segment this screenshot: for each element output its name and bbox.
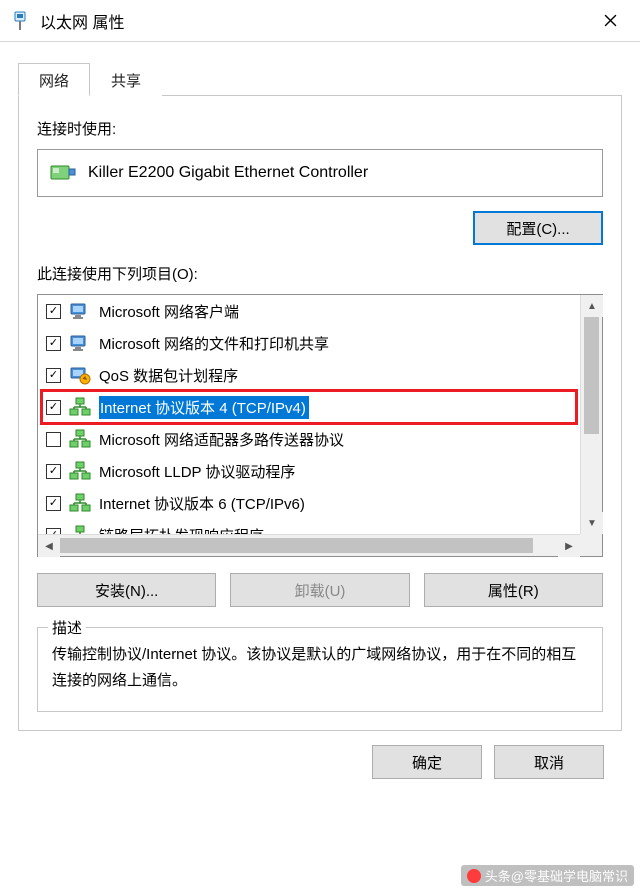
proto-icon	[69, 397, 91, 417]
list-item-label: Internet 协议版本 6 (TCP/IPv6)	[99, 493, 305, 514]
checkbox[interactable]: ✓	[46, 464, 61, 479]
ok-button[interactable]: 确定	[372, 745, 482, 779]
tab-network[interactable]: 网络	[18, 63, 90, 96]
proto-icon	[69, 493, 91, 513]
qos-icon	[69, 365, 91, 385]
scroll-right-icon[interactable]: ▶	[558, 535, 580, 557]
client-icon	[69, 301, 91, 321]
list-item-label: Microsoft 网络适配器多路传送器协议	[99, 429, 344, 450]
components-listbox[interactable]: ✓ Microsoft 网络客户端 ✓ Microsoft 网络的文件和打印机共享 ✓ Q…	[37, 294, 603, 557]
scroll-thumb-v[interactable]	[584, 317, 599, 434]
connect-using-label: 连接时使用:	[37, 118, 603, 139]
scroll-down-icon[interactable]: ▼	[581, 512, 603, 534]
dialog-buttons: 确定 取消	[18, 731, 622, 779]
vertical-scrollbar[interactable]: ▲ ▼	[580, 295, 602, 534]
list-item[interactable]: ✓ QoS 数据包计划程序	[38, 359, 580, 391]
window-title: 以太网 属性	[40, 9, 124, 33]
close-button[interactable]	[588, 0, 632, 42]
checkbox[interactable]: ✓	[46, 496, 61, 511]
watermark: 头条@零基础学电脑常识	[461, 865, 634, 886]
list-item[interactable]: Microsoft 网络适配器多路传送器协议	[38, 423, 580, 455]
list-item-label: Microsoft LLDP 协议驱动程序	[99, 461, 295, 482]
checkbox[interactable]: ✓	[46, 304, 61, 319]
scroll-corner	[580, 534, 602, 556]
tab-page-network: 连接时使用: Killer E2200 Gigabit Ethernet Con…	[18, 96, 622, 731]
install-button[interactable]: 安装(N)...	[37, 573, 216, 607]
nic-icon	[50, 162, 76, 184]
list-item[interactable]: ✓ Microsoft 网络的文件和打印机共享	[38, 327, 580, 359]
properties-button[interactable]: 属性(R)	[424, 573, 603, 607]
tab-strip: 网络 共享	[18, 62, 622, 96]
watermark-icon	[467, 869, 481, 883]
cancel-button[interactable]: 取消	[494, 745, 604, 779]
checkbox[interactable]	[46, 432, 61, 447]
description-legend: 描述	[48, 617, 86, 638]
horizontal-scrollbar[interactable]: ◀ ▶	[38, 534, 580, 556]
adapter-name: Killer E2200 Gigabit Ethernet Controller	[88, 164, 368, 182]
list-item[interactable]: ✓ Microsoft 网络客户端	[38, 295, 580, 327]
proto-icon	[69, 429, 91, 449]
scroll-left-icon[interactable]: ◀	[38, 535, 60, 557]
proto-icon	[69, 461, 91, 481]
component-buttons: 安装(N)... 卸载(U) 属性(R)	[37, 573, 603, 607]
scroll-up-icon[interactable]: ▲	[581, 295, 603, 317]
list-item-label: Microsoft 网络客户端	[99, 301, 239, 322]
checkbox[interactable]: ✓	[46, 400, 61, 415]
adapter-box[interactable]: Killer E2200 Gigabit Ethernet Controller	[37, 149, 603, 197]
dialog-content: 网络 共享 连接时使用: Killer E2200 Gigabit Ethern…	[0, 42, 640, 793]
tab-sharing[interactable]: 共享	[90, 63, 162, 96]
configure-button[interactable]: 配置(C)...	[473, 211, 603, 245]
client-icon	[69, 333, 91, 353]
uninstall-button[interactable]: 卸载(U)	[230, 573, 409, 607]
list-item[interactable]: ✓ Internet 协议版本 4 (TCP/IPv4)	[38, 391, 580, 423]
list-item[interactable]: ✓ Microsoft LLDP 协议驱动程序	[38, 455, 580, 487]
items-label: 此连接使用下列项目(O):	[37, 263, 603, 284]
description-text: 传输控制协议/Internet 协议。该协议是默认的广域网络协议，用于在不同的相…	[52, 642, 588, 693]
list-item-label: QoS 数据包计划程序	[99, 365, 238, 386]
list-item-label: Internet 协议版本 4 (TCP/IPv4)	[99, 396, 309, 419]
checkbox[interactable]: ✓	[46, 368, 61, 383]
titlebar: 以太网 属性	[0, 0, 640, 42]
list-item-label: Microsoft 网络的文件和打印机共享	[99, 333, 329, 354]
watermark-text: 头条@零基础学电脑常识	[485, 866, 628, 885]
scroll-thumb-h[interactable]	[60, 538, 533, 553]
list-item[interactable]: ✓ Internet 协议版本 6 (TCP/IPv6)	[38, 487, 580, 519]
description-group: 描述 传输控制协议/Internet 协议。该协议是默认的广域网络协议，用于在不…	[37, 627, 603, 712]
checkbox[interactable]: ✓	[46, 336, 61, 351]
ethernet-icon	[10, 11, 30, 31]
